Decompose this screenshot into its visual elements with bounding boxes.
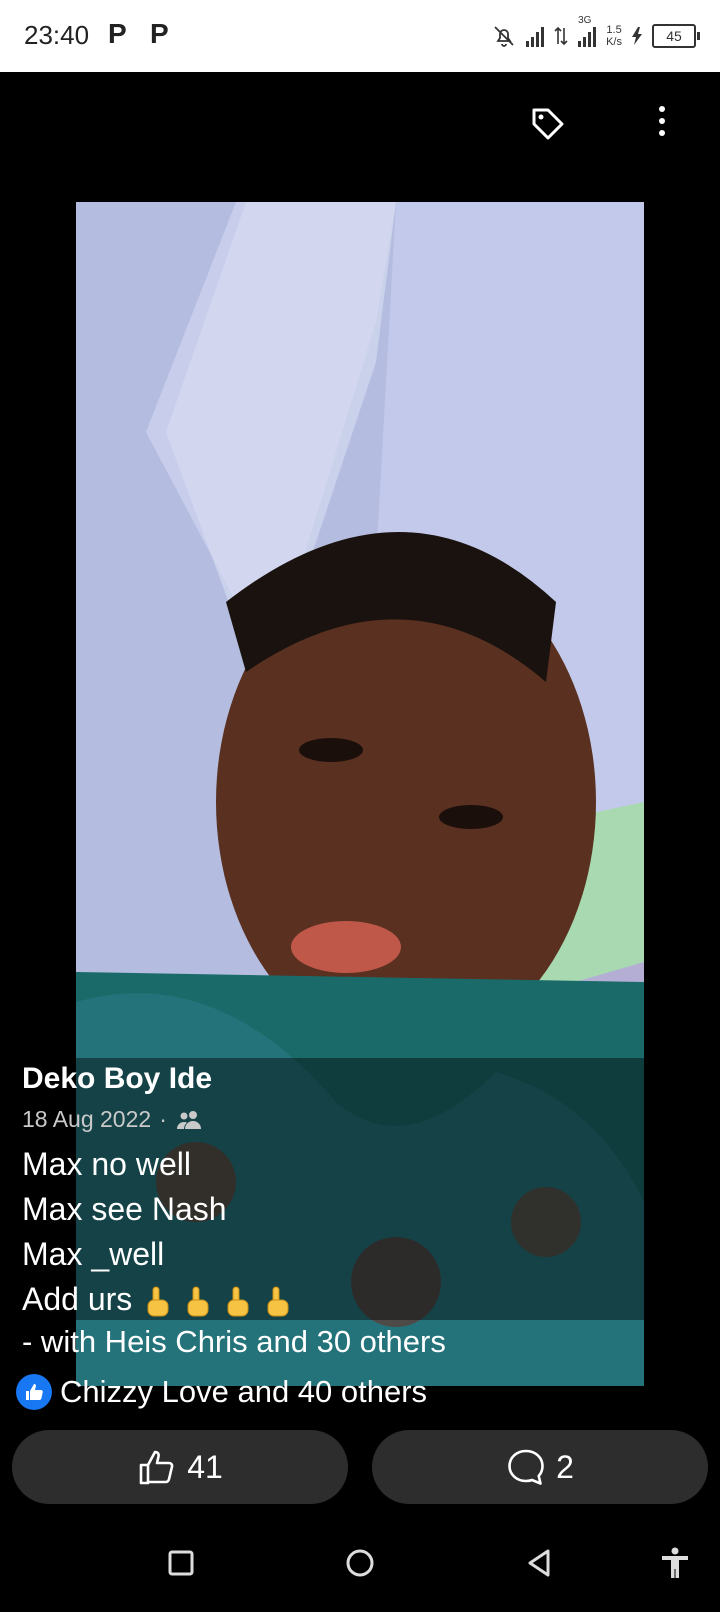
- signal-icon: [526, 25, 545, 47]
- status-bar: 23:40 P P 3G 1.5 K/s 45: [0, 0, 720, 72]
- system-nav-bar: [0, 1516, 720, 1612]
- recents-icon[interactable]: [164, 1546, 198, 1580]
- like-count: 41: [187, 1448, 223, 1485]
- post-line: Max _well: [22, 1236, 165, 1272]
- tag-icon[interactable]: [528, 104, 568, 144]
- data-transfer-icon: [554, 26, 568, 46]
- battery-icon: 45: [652, 24, 700, 48]
- status-time: 23:40: [24, 20, 90, 50]
- pointing-up-emoji: [227, 1286, 249, 1317]
- back-icon[interactable]: [522, 1546, 556, 1580]
- post-line: Max see Nash: [22, 1191, 227, 1227]
- tagged-people[interactable]: - with Heis Chris and 30 others: [22, 1324, 446, 1360]
- post-meta: 18 Aug 2022 ·: [22, 1106, 203, 1133]
- author-name[interactable]: Deko Boy Ide: [22, 1062, 212, 1096]
- accessibility-icon[interactable]: [658, 1546, 692, 1580]
- signal-icon: [578, 25, 597, 47]
- post-line-with-emoji: Add urs: [22, 1277, 292, 1322]
- notification-p-icon: P: [150, 18, 169, 49]
- post-text: Max no well Max see Nash Max _well Add u…: [22, 1142, 292, 1322]
- pointing-up-emoji: [267, 1286, 289, 1317]
- pointing-up-emoji: [147, 1286, 169, 1317]
- charging-icon: [632, 27, 642, 45]
- meta-separator: ·: [159, 1106, 167, 1132]
- post-line: Max no well: [22, 1146, 191, 1182]
- bell-off-icon: [494, 26, 514, 47]
- reactions-summary[interactable]: Chizzy Love and 40 others: [16, 1374, 427, 1410]
- like-button[interactable]: 41: [12, 1430, 348, 1504]
- comment-count: 2: [556, 1448, 574, 1485]
- comment-button[interactable]: 2: [372, 1430, 708, 1504]
- home-icon[interactable]: [343, 1546, 377, 1580]
- like-reaction-icon: [16, 1374, 52, 1410]
- post-line: Add urs: [22, 1281, 133, 1317]
- thumbs-up-icon: [139, 1450, 174, 1485]
- friends-icon: [176, 1110, 201, 1129]
- pointing-up-emoji-row: [142, 1286, 292, 1318]
- network-type: 3G: [578, 15, 592, 26]
- more-options-icon[interactable]: [652, 106, 672, 146]
- comment-icon: [508, 1449, 544, 1485]
- post-date[interactable]: 18 Aug 2022: [22, 1106, 151, 1133]
- notification-p-icon: P: [108, 18, 127, 49]
- reactions-text: Chizzy Love and 40 others: [60, 1374, 428, 1409]
- network-speed: 1.5 K/s: [606, 24, 622, 48]
- pointing-up-emoji: [187, 1286, 209, 1317]
